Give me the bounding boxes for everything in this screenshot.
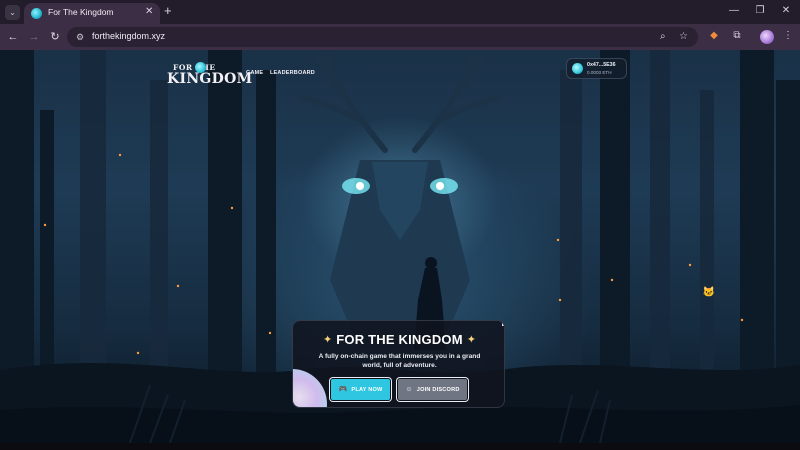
maximize-icon: ❐ (755, 5, 765, 16)
arrow-right-icon: → (28, 31, 40, 43)
play-now-label: PLAY NOW (351, 386, 383, 393)
avatar[interactable] (760, 30, 774, 44)
browser-toolbar: ← → ↻ ⚙ forthekingdom.xyz ⌕ ☆ ◆ ⧉ ⋮ (0, 24, 800, 50)
wallet-balance: 0.0003 ETH (587, 70, 612, 75)
close-icon: ✕ (145, 6, 154, 17)
search-icon[interactable]: ⌕ (660, 30, 666, 44)
tab-search-button[interactable]: ⌄ (5, 5, 20, 20)
sparkle-icon: ✦ (466, 334, 476, 347)
chevron-down-icon: ⌄ (9, 8, 16, 17)
plus-icon: + (164, 3, 172, 18)
page-bottom-edge (0, 443, 800, 450)
url-text[interactable]: forthekingdom.xyz (92, 31, 165, 41)
discord-icon: ☺ (405, 385, 413, 393)
close-window-button[interactable]: ✕ (779, 3, 793, 19)
more-menu-icon[interactable]: ⋮ (781, 29, 795, 43)
nav-link-leaderboard[interactable]: LEADERBOARD (270, 70, 315, 76)
wallet-avatar-icon (572, 63, 583, 74)
new-tab-button[interactable]: + (164, 3, 172, 19)
arrow-left-icon: ← (7, 31, 19, 43)
sparkle-icon: ✦ (323, 334, 333, 347)
browser-tab-bar: ⌄ For The Kingdom ✕ + — ❐ ✕ (0, 0, 800, 24)
forward-button[interactable]: → (27, 30, 41, 44)
reload-button[interactable]: ↻ (48, 30, 62, 44)
reload-icon: ↻ (50, 31, 60, 43)
close-icon: ✕ (781, 5, 791, 16)
play-now-button[interactable]: 🎮 PLAY NOW (331, 379, 390, 400)
tab-title: For The Kingdom (48, 7, 114, 17)
address-bar[interactable]: ⚙ forthekingdom.xyz ⌕ ☆ (67, 27, 698, 47)
puzzle-icon[interactable]: ⧉ (730, 29, 744, 43)
minimize-icon: — (729, 5, 739, 16)
site-logo[interactable]: FOR THE KINGDOM (166, 62, 252, 92)
wallet-address: 0x47...5E36 (587, 62, 616, 68)
hero-subtitle: A fully on-chain game that immerses you … (318, 353, 481, 369)
logo-bottom-text: KINGDOM (167, 71, 253, 87)
nav-link-game[interactable]: GAME (246, 70, 263, 76)
minimize-button[interactable]: — (727, 3, 741, 19)
gamepad-icon: 🎮 (338, 385, 348, 393)
close-tab-button[interactable]: ✕ (145, 6, 153, 18)
fox-icon[interactable]: ◆ (707, 29, 721, 43)
hero-title: FOR THE KINGDOM (336, 332, 463, 348)
favicon-icon (31, 8, 42, 19)
page-viewport: FOR THE KINGDOM GAME LEADERBOARD 0x47...… (0, 50, 800, 443)
maximize-button[interactable]: ❐ (753, 3, 767, 19)
cat-icon[interactable]: 🐱 (702, 286, 716, 300)
tune-icon[interactable]: ⚙ (76, 31, 84, 43)
star-icon[interactable]: ☆ (679, 30, 688, 44)
join-discord-button[interactable]: ☺ JOIN DISCORD (398, 379, 467, 400)
crystal-orb-decoration (293, 369, 327, 407)
wallet-button[interactable]: 0x47...5E36 0.0003 ETH (566, 58, 627, 79)
join-discord-label: JOIN DISCORD (416, 386, 460, 393)
hero-card: ✦ FOR THE KINGDOM ✦ A fully on-chain game … (292, 320, 505, 408)
hero-title-row: ✦ FOR THE KINGDOM ✦ (293, 331, 504, 348)
tab-for-the-kingdom[interactable]: For The Kingdom ✕ (24, 3, 160, 24)
back-button[interactable]: ← (6, 30, 20, 44)
